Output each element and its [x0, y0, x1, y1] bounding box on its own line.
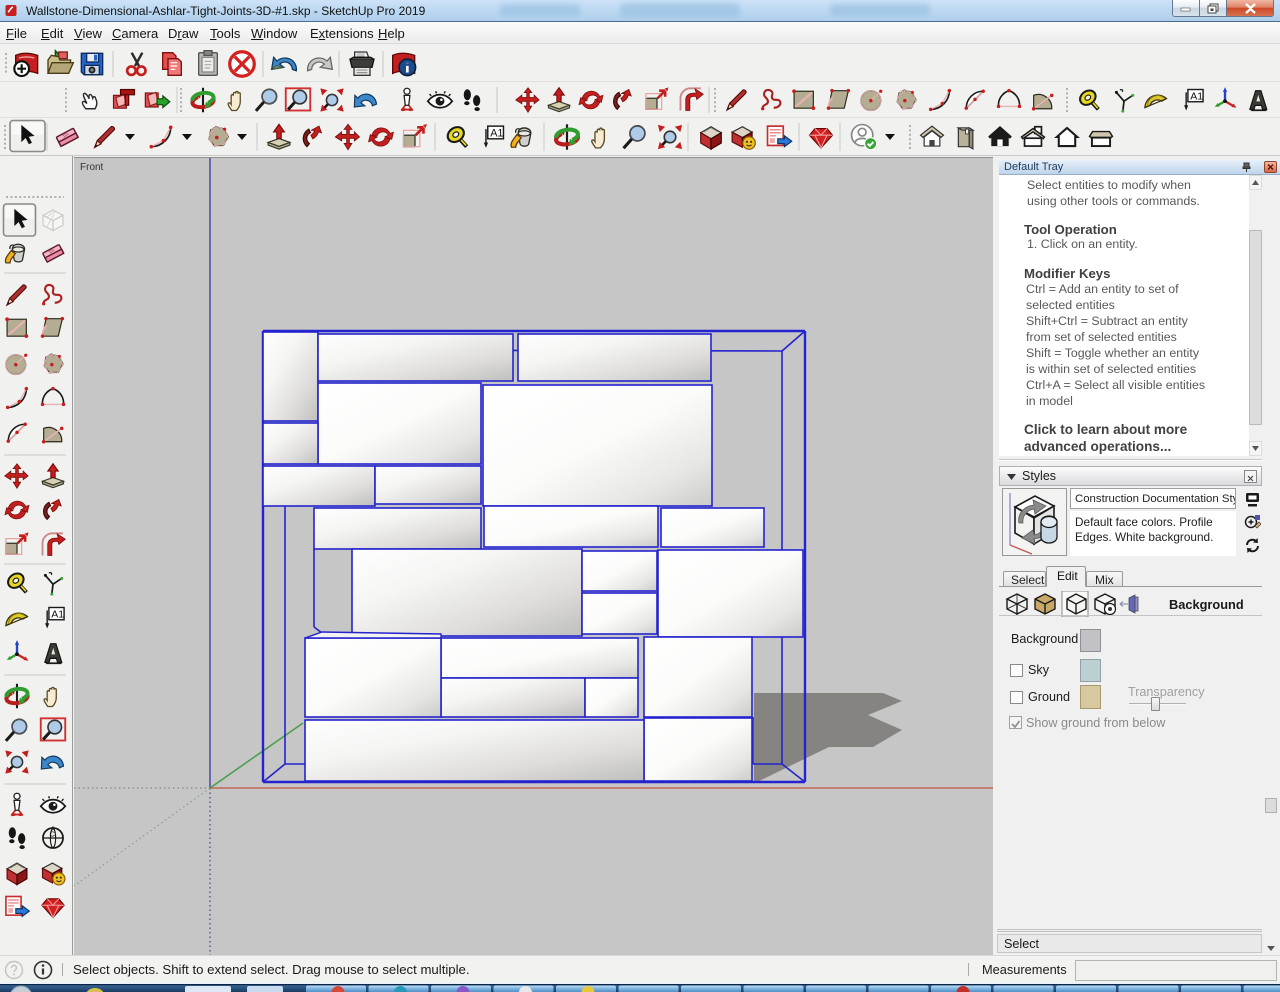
- svg-text:Front: Front: [80, 162, 104, 173]
